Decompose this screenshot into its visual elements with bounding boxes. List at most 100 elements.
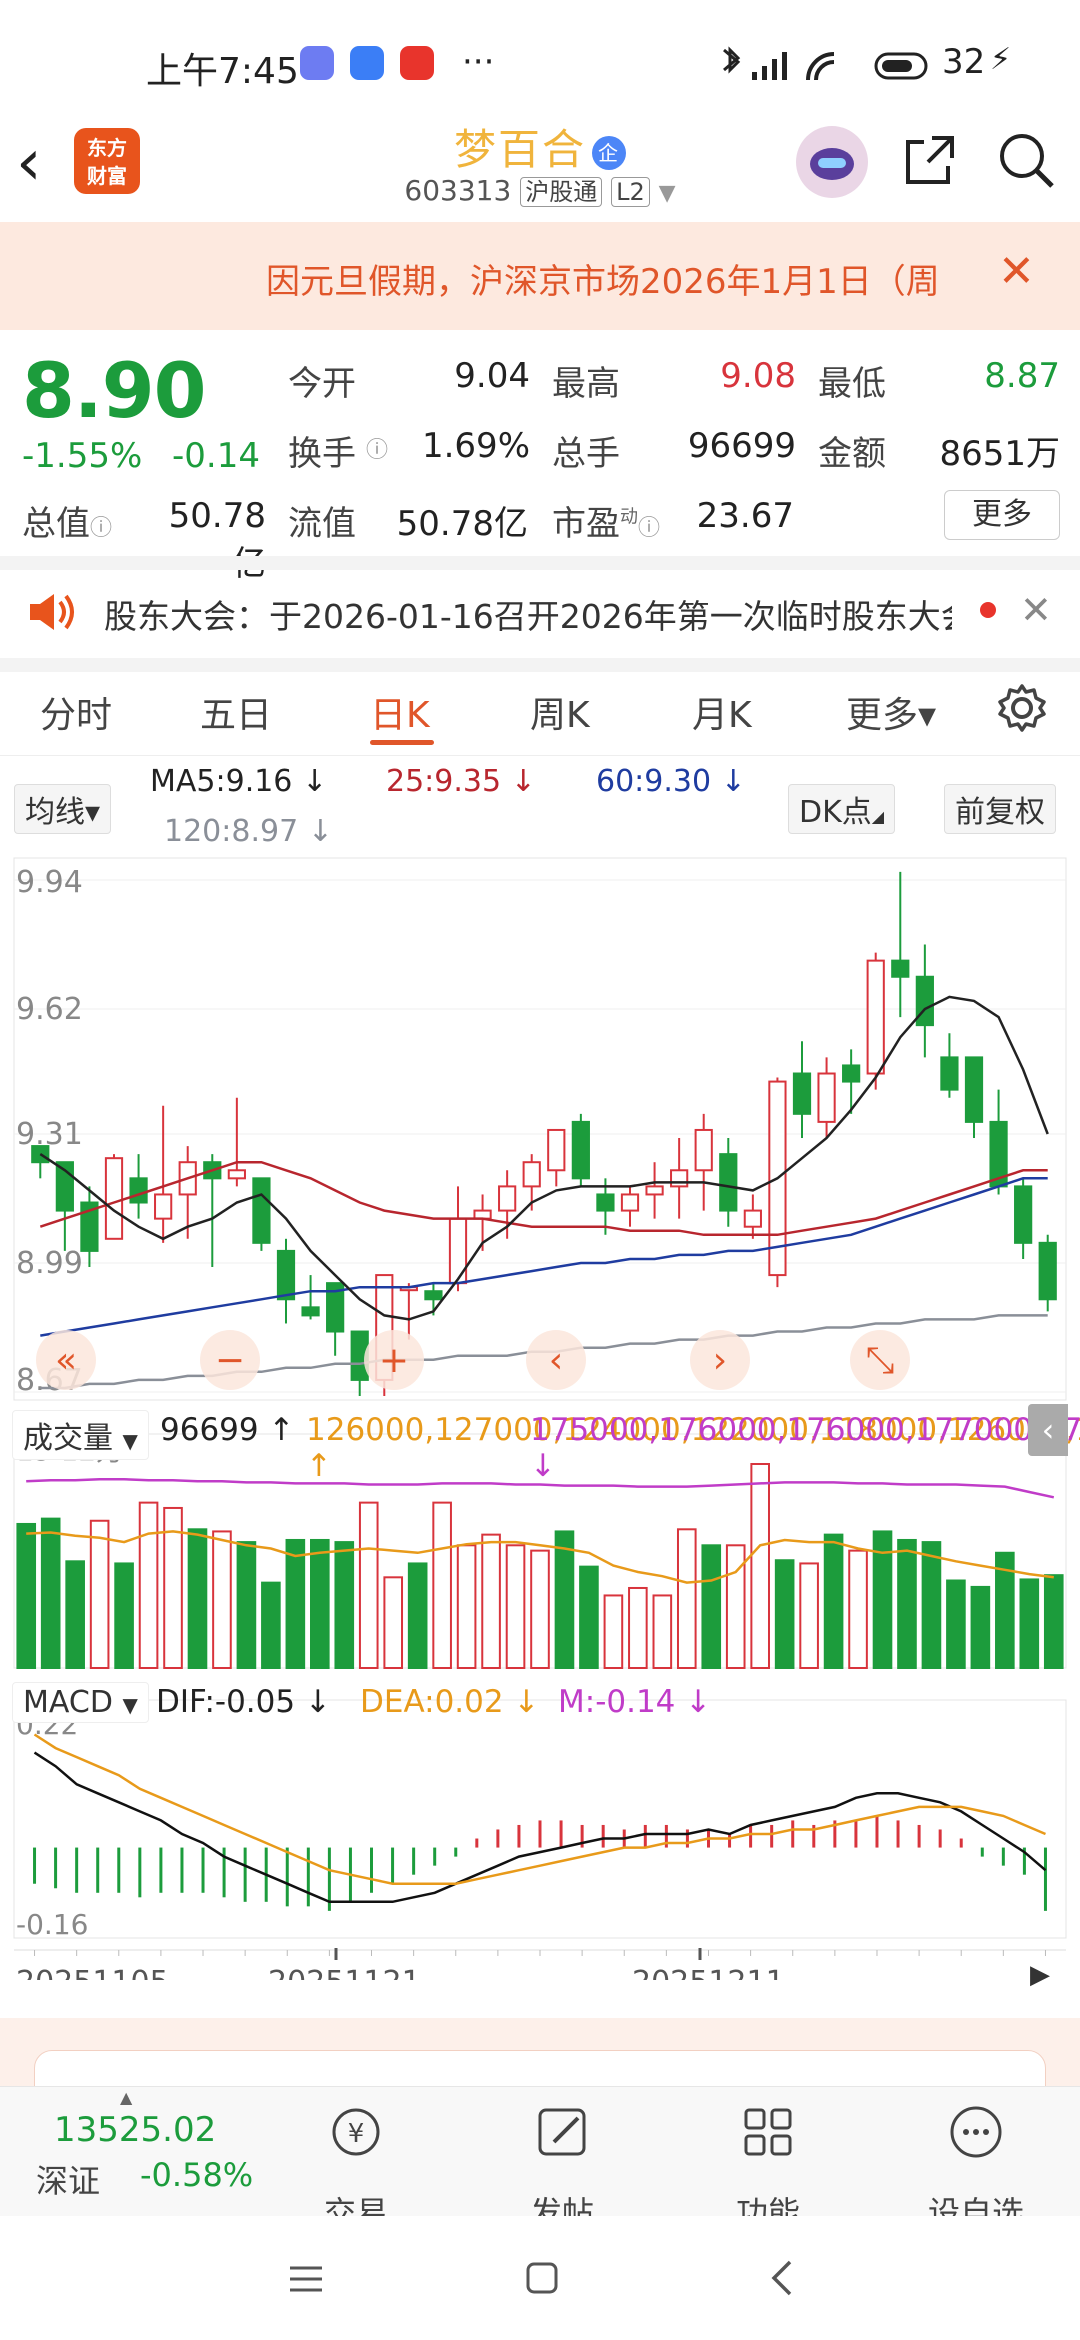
candle-body [301, 1306, 320, 1317]
trade-icon[interactable]: ¥ [286, 2100, 426, 2164]
quote-value: 8651万 [939, 434, 1060, 474]
charging-icon: ⚡ [990, 42, 1012, 77]
volume-bar [505, 1544, 526, 1670]
volume-bar [676, 1528, 697, 1669]
volume-bar [310, 1538, 330, 1670]
kline-y-label: 9.94 [16, 865, 83, 900]
volume-selector[interactable]: 成交量 ▼ [12, 1410, 149, 1460]
candle-body [498, 1185, 517, 1212]
volume-bar [407, 1562, 428, 1669]
float-value: 50.78亿 [396, 504, 528, 544]
volume-bar [970, 1585, 991, 1669]
stock-code: 603313 [404, 174, 512, 207]
more-quote-button[interactable]: 更多 [944, 490, 1060, 540]
close-announcement-icon[interactable]: ✕ [1020, 588, 1052, 632]
volume-bar [236, 1541, 257, 1669]
volume-bar [285, 1538, 306, 1670]
volume-bar [261, 1581, 281, 1669]
candle-body [915, 975, 934, 1027]
volume-bar [212, 1530, 232, 1669]
quote-label: 金额 [818, 434, 886, 474]
ma5-line [39, 995, 1049, 1321]
prev-icon-glyph: ‹ [549, 1340, 563, 1381]
macd-dea-line [33, 1733, 1046, 1885]
candle-body [1038, 1241, 1057, 1301]
candle-body [940, 1056, 959, 1091]
macd-m: M:-0.14 ↓ [558, 1684, 712, 1720]
candle-body [645, 1185, 664, 1196]
candle-body [694, 1128, 713, 1172]
function-icon[interactable] [698, 2100, 838, 2164]
quote-label: 换手 [288, 434, 356, 474]
ma60-line [40, 1177, 1048, 1337]
volume-bar [114, 1562, 134, 1669]
share-icon[interactable] [902, 132, 958, 188]
svg-text:¥: ¥ [348, 2119, 365, 2149]
volume-bar [554, 1530, 575, 1669]
settings-gear-icon[interactable] [996, 682, 1048, 734]
candle-body [817, 1072, 836, 1123]
battery-level: 32 [942, 42, 986, 82]
volume-bar [921, 1541, 942, 1669]
ma5-label: MA5:9.16 ↓ [150, 764, 328, 799]
market-notice-text: 因元旦假期，沪深京市场2026年1月1日（周 [266, 262, 940, 302]
volume-bar [799, 1562, 819, 1669]
candle-body [964, 1056, 984, 1123]
volume-bar [456, 1544, 477, 1670]
macd-frame [13, 1699, 1067, 1939]
date-label: 20251211 [632, 1965, 785, 1980]
back-nav-icon[interactable] [766, 2258, 796, 2298]
macd-selector[interactable]: MACD ▼ [12, 1682, 149, 1723]
volume-bar [89, 1519, 110, 1670]
volume-value: 96699 ↑ [160, 1412, 295, 1448]
candle-body [276, 1249, 296, 1301]
expand-ticker-icon[interactable]: ▲ [120, 2088, 132, 2107]
forward-adjust-button[interactable]: 前复权 [944, 784, 1056, 834]
tab-1[interactable]: 五日 [200, 686, 272, 738]
unread-dot [980, 602, 996, 618]
fullscreen-icon-glyph: ⤡ [866, 1340, 895, 1381]
kline-y-label: 9.62 [16, 992, 83, 1027]
ma120-label: 120:8.97 ↓ [164, 814, 333, 849]
index-ticker-value[interactable]: 13525.02 [54, 2110, 216, 2150]
app-notify-icon [300, 46, 334, 80]
volume-ma2: 175000,176000,176000,177000,177000,17600… [530, 1412, 1080, 1484]
volume-bar [40, 1517, 61, 1670]
volume-bar [65, 1560, 85, 1669]
close-notice-icon[interactable]: ✕ [998, 250, 1035, 294]
volume-bar [358, 1501, 379, 1669]
connect-tag: 沪股通 [520, 177, 603, 207]
home-icon[interactable] [524, 2260, 560, 2296]
add-favorite-icon[interactable] [906, 2100, 1046, 2164]
search-icon[interactable] [996, 130, 1056, 190]
tab-5[interactable]: 更多▾ [846, 686, 936, 738]
tab-3[interactable]: 周K [530, 686, 590, 738]
candle-body [571, 1120, 590, 1180]
tab-2[interactable]: 日K [370, 686, 430, 738]
volume-bar [1043, 1574, 1064, 1669]
collapse-panel-icon[interactable]: ‹ [1028, 1404, 1068, 1456]
volume-bar [750, 1463, 770, 1669]
tab-0[interactable]: 分时 [40, 686, 112, 738]
candle-body [620, 1193, 640, 1212]
ma-selector[interactable]: 均线▾ [14, 784, 112, 834]
dk-point-button[interactable]: DK点◢ [788, 784, 896, 834]
menu-icon[interactable] [286, 2262, 326, 2296]
tab-4[interactable]: 月K [692, 686, 752, 738]
post-icon[interactable] [492, 2100, 632, 2164]
info-icon[interactable]: ⓘ [638, 516, 660, 541]
next-icon-glyph: › [713, 1340, 727, 1381]
scroll-right-icon[interactable]: ▶ [1020, 1960, 1060, 2000]
candle-body [154, 1193, 173, 1220]
ma60-label: 60:9.30 ↓ [596, 764, 746, 799]
quote-label: 最高 [552, 364, 620, 404]
level-tag: L2 [611, 177, 650, 207]
candle-body [252, 1177, 271, 1244]
candle-body [670, 1169, 689, 1188]
assistant-avatar[interactable] [796, 126, 868, 198]
volume-bar [848, 1549, 868, 1669]
candle-body [719, 1153, 738, 1212]
info-icon[interactable]: ⓘ [90, 516, 112, 541]
candle-body [448, 1217, 468, 1285]
volume-bar [187, 1528, 208, 1669]
